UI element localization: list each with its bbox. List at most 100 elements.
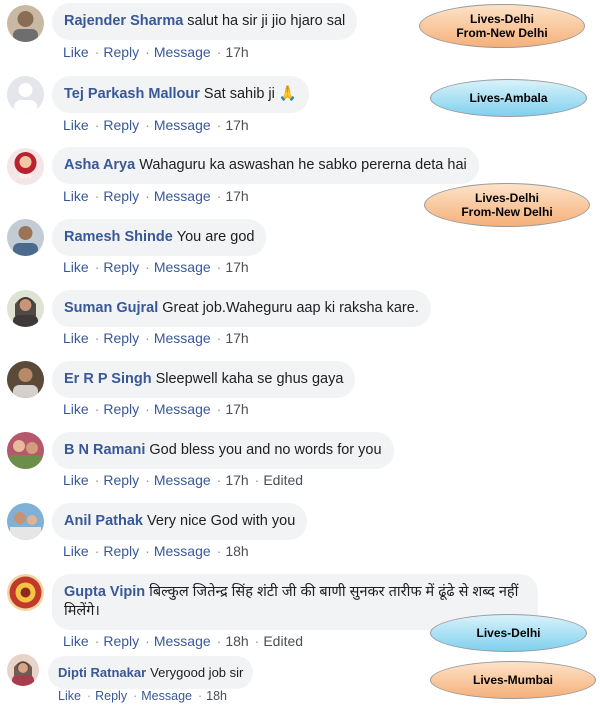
location-annotation: Lives-Mumbai <box>430 661 596 699</box>
timestamp[interactable]: 17h <box>225 330 248 346</box>
location-annotation: Lives-Delhi <box>430 614 587 652</box>
comment-author[interactable]: Er R P Singh <box>64 371 152 387</box>
message-link[interactable]: Message <box>154 472 211 488</box>
message-link[interactable]: Message <box>154 401 211 417</box>
comment-text: Verygood job sir <box>150 665 244 680</box>
comment-actions: Like · Reply · Message · 17h <box>63 188 249 204</box>
comment-bubble: Rajender Sharma salut ha sir ji jio hjaro… <box>52 3 358 40</box>
timestamp[interactable]: 17h <box>225 472 248 488</box>
like-link[interactable]: Like <box>63 188 89 204</box>
comment-author[interactable]: Rajender Sharma <box>64 13 183 29</box>
comment-text: Wahaguru ka aswashan he sabko pererna de… <box>139 157 467 173</box>
timestamp[interactable]: 18h <box>225 543 248 559</box>
avatar[interactable] <box>7 503 44 540</box>
message-link[interactable]: Message <box>154 188 211 204</box>
annotation-line2: From-New Delhi <box>456 26 548 40</box>
comment-actions: Like · Reply · Message · 17h <box>63 401 249 417</box>
timestamp[interactable]: 17h <box>225 44 248 60</box>
comment-actions: Like · Reply · Message · 18h · Edited <box>63 633 304 649</box>
like-link[interactable]: Like <box>58 689 81 703</box>
comment-author[interactable]: Gupta Vipin <box>64 584 145 600</box>
message-link[interactable]: Message <box>154 330 211 346</box>
svg-text:love: love <box>19 173 32 180</box>
reply-link[interactable]: Reply <box>103 330 139 346</box>
comment-text: salut ha sir ji jio hjaro sal <box>187 13 346 29</box>
reply-link[interactable]: Reply <box>103 543 139 559</box>
comment-actions: Like · Reply · Message · 18h <box>63 543 249 559</box>
avatar[interactable] <box>7 5 44 42</box>
location-annotation: Lives-Delhi From-New Delhi <box>419 4 585 48</box>
like-link[interactable]: Like <box>63 472 89 488</box>
avatar[interactable] <box>7 654 39 686</box>
comment-actions: Like · Reply · Message · 18h <box>58 689 228 703</box>
comment-text: You are god <box>176 229 255 245</box>
comment-bubble: Suman Gujral Great job.Waheguru aap ki ra… <box>52 290 431 327</box>
avatar[interactable] <box>7 432 44 469</box>
reply-link[interactable]: Reply <box>103 117 139 133</box>
avatar[interactable] <box>7 361 44 398</box>
comment-text: Very nice God with you <box>146 513 296 529</box>
comment-bubble: Dipti Ratnakar Verygood job sir <box>48 656 254 689</box>
reply-link[interactable]: Reply <box>103 44 139 60</box>
reply-link[interactable]: Reply <box>103 259 139 275</box>
comment-bubble: Er R P Singh Sleepwell kaha se ghus gaya <box>52 361 356 398</box>
avatar[interactable] <box>7 219 44 256</box>
comment-actions: Like · Reply · Message · 17h <box>63 117 249 133</box>
avatar[interactable] <box>7 574 44 611</box>
comment-actions: Like · Reply · Message · 17h <box>63 330 249 346</box>
location-annotation: Lives-Ambala <box>430 79 587 117</box>
location-annotation: Lives-Delhi From-New Delhi <box>424 183 590 227</box>
like-link[interactable]: Like <box>63 117 89 133</box>
message-link[interactable]: Message <box>154 117 211 133</box>
reply-link[interactable]: Reply <box>103 188 139 204</box>
annotation-line1: Lives-Delhi <box>474 191 540 205</box>
comment-author[interactable]: Suman Gujral <box>64 300 158 316</box>
like-link[interactable]: Like <box>63 543 89 559</box>
like-link[interactable]: Like <box>63 401 89 417</box>
like-link[interactable]: Like <box>63 44 89 60</box>
like-link[interactable]: Like <box>63 330 89 346</box>
reply-link[interactable]: Reply <box>103 472 139 488</box>
reply-link[interactable]: Reply <box>95 689 127 703</box>
avatar[interactable] <box>7 290 44 327</box>
annotation-line2: From-New Delhi <box>461 205 553 219</box>
message-link[interactable]: Message <box>154 633 211 649</box>
timestamp[interactable]: 17h <box>225 259 248 275</box>
comment-actions: Like · Reply · Message · 17h · Edited <box>63 472 304 488</box>
comment-bubble: Anil Pathak Very nice God with you <box>52 503 308 540</box>
message-link[interactable]: Message <box>154 543 211 559</box>
annotation-line1: Lives-Mumbai <box>472 673 553 687</box>
annotation-line1: Lives-Delhi <box>469 12 535 26</box>
reply-link[interactable]: Reply <box>103 401 139 417</box>
comment-bubble: Ramesh Shinde You are god <box>52 219 267 256</box>
comment-author[interactable]: B N Ramani <box>64 442 145 458</box>
comment-text: God bless you and no words for you <box>149 442 382 458</box>
edited-label: Edited <box>263 633 304 649</box>
comment-author[interactable]: Asha Arya <box>64 157 135 173</box>
comment-author[interactable]: Dipti Ratnakar <box>58 665 146 680</box>
comment-author[interactable]: Tej Parkash Mallour <box>64 86 200 102</box>
reply-link[interactable]: Reply <box>103 633 139 649</box>
avatar[interactable] <box>7 76 44 113</box>
comment-actions: Like · Reply · Message · 17h <box>63 259 249 275</box>
timestamp[interactable]: 17h <box>225 117 248 133</box>
like-link[interactable]: Like <box>63 259 89 275</box>
comment-actions: Like · Reply · Message · 17h <box>63 44 249 60</box>
annotation-line1: Lives-Ambala <box>469 91 548 105</box>
edited-label: Edited <box>263 472 304 488</box>
like-link[interactable]: Like <box>63 633 89 649</box>
timestamp[interactable]: 17h <box>225 188 248 204</box>
comment-author[interactable]: Ramesh Shinde <box>64 229 173 245</box>
comment-bubble: Tej Parkash Mallour Sat sahib ji 🙏 <box>52 76 309 113</box>
timestamp[interactable]: 18h <box>225 633 248 649</box>
message-link[interactable]: Message <box>141 689 192 703</box>
comment-text: Great job.Waheguru aap ki raksha kare. <box>162 300 419 316</box>
timestamp[interactable]: 18h <box>206 689 227 703</box>
timestamp[interactable]: 17h <box>225 401 248 417</box>
comment-bubble: B N Ramani God bless you and no words for… <box>52 432 394 469</box>
comment-author[interactable]: Anil Pathak <box>64 513 143 529</box>
message-link[interactable]: Message <box>154 259 211 275</box>
avatar[interactable]: love <box>7 148 44 185</box>
comment-text: Sleepwell kaha se ghus gaya <box>155 371 344 387</box>
message-link[interactable]: Message <box>154 44 211 60</box>
